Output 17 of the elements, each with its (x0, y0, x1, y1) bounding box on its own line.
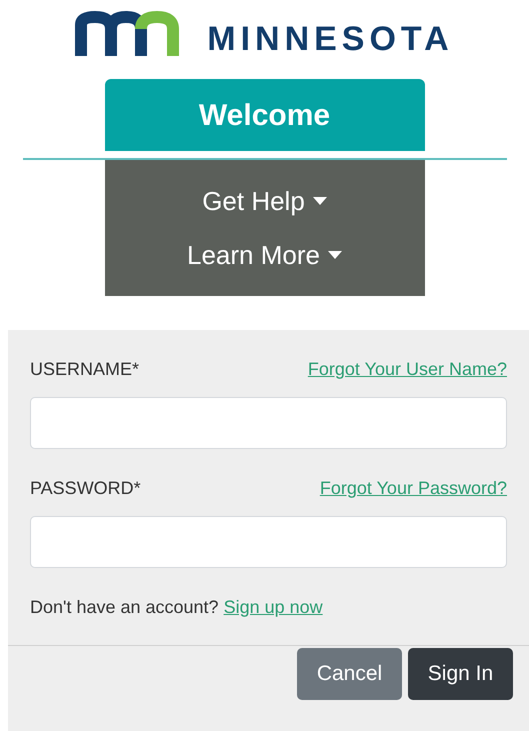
dropdown-menu-button[interactable]: Get Help (202, 188, 327, 214)
forgot-link[interactable]: Forgot Your Password? (320, 475, 507, 502)
signup-link[interactable]: Sign up now (224, 597, 323, 617)
caret-icon (312, 197, 327, 205)
dropdown-menu-button[interactable]: Learn More (187, 242, 342, 268)
caret-icon (328, 251, 342, 259)
signup-prompt: Don't have an account? Sign up now (30, 596, 324, 619)
field-label: USERNAME* (30, 358, 140, 381)
sign-in-button[interactable]: Sign In (408, 648, 513, 700)
logo-icon (75, 10, 180, 56)
logo-wordmark: MINNESOTA (207, 22, 454, 56)
forgot-link[interactable]: Forgot Your User Name? (308, 356, 507, 383)
cancel-button[interactable]: Cancel (297, 648, 402, 700)
input-field[interactable] (30, 397, 507, 449)
field-label: PASSWORD* (30, 477, 141, 500)
input-field[interactable] (30, 516, 507, 568)
welcome-tab[interactable]: Welcome (104, 79, 424, 151)
